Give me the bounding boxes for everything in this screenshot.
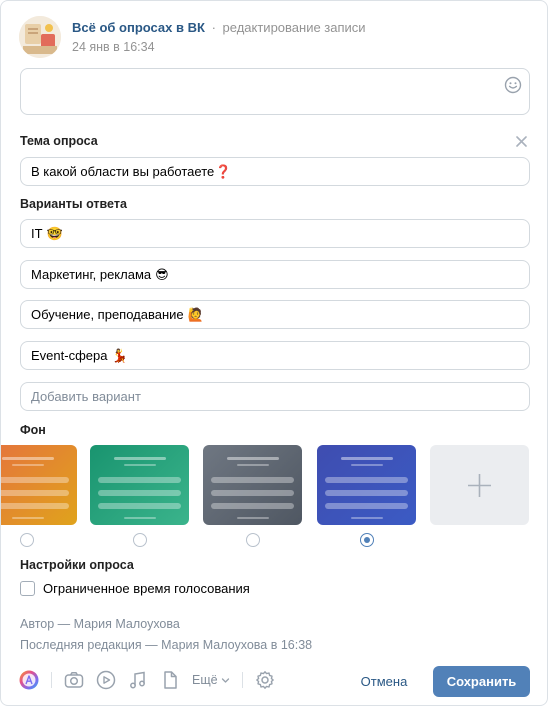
background-preview-line: [325, 490, 408, 496]
background-preview-line: [98, 490, 181, 496]
poll-option-text: Обучение, преподавание: [31, 307, 184, 322]
poll-topic-label: Тема опроса: [20, 134, 98, 148]
poll-option-text: Маркетинг, реклама: [31, 267, 152, 282]
document-icon[interactable]: [160, 670, 180, 690]
background-preview-line: [341, 457, 393, 460]
emoji-smile-icon[interactable]: [504, 76, 522, 94]
camera-icon[interactable]: [64, 670, 84, 690]
background-preview-line: [325, 477, 408, 483]
video-icon[interactable]: [96, 670, 116, 690]
add-background-button[interactable]: [430, 445, 529, 525]
toolbar-divider: [241, 672, 243, 688]
background-preview-line: [2, 457, 54, 460]
background-preview-line: [12, 464, 44, 466]
background-preview-line: [124, 464, 156, 466]
edit-action-label: редактирование записи: [222, 19, 366, 35]
author-info: Автор — Мария Малоухова: [20, 617, 180, 631]
background-radio-blue[interactable]: [360, 533, 374, 547]
background-preview-line: [237, 464, 269, 466]
group-name-link[interactable]: Всё об опросах в ВК: [72, 20, 205, 35]
post-text-input[interactable]: [20, 68, 530, 115]
background-preview-line: [124, 517, 156, 519]
remove-poll-close-icon[interactable]: [516, 136, 527, 147]
poll-topic-input[interactable]: В какой области вы работаете ❓: [20, 157, 530, 186]
background-option-blue[interactable]: [317, 445, 416, 525]
background-label: Фон: [20, 423, 46, 437]
poll-option-text: IT: [31, 226, 43, 241]
background-radio-gray[interactable]: [246, 533, 260, 547]
limited-time-label: Ограниченное время голосования: [43, 581, 250, 596]
more-button[interactable]: Ещё: [192, 673, 230, 687]
background-option-gray[interactable]: [203, 445, 302, 525]
option-emoji: 🤓: [46, 225, 63, 241]
post-header: Всё об опросах в ВК · редактирование зап…: [19, 15, 366, 59]
background-radio-green[interactable]: [133, 533, 147, 547]
background-preview-line: [114, 457, 166, 460]
background-preview-line: [12, 517, 44, 519]
poll-settings-label: Настройки опроса: [20, 558, 134, 572]
cancel-button[interactable]: Отмена: [351, 666, 417, 696]
background-preview-line: [1, 503, 69, 509]
background-preview-line: [351, 517, 383, 519]
post-timestamp[interactable]: 24 янв в 16:34: [72, 38, 366, 56]
more-label: Ещё: [192, 673, 218, 687]
plus-icon: [468, 474, 491, 497]
background-preview-line: [211, 503, 294, 509]
background-preview-line: [1, 490, 69, 496]
background-preview-line: [98, 477, 181, 483]
limited-time-checkbox[interactable]: [20, 581, 35, 596]
poll-option-input[interactable]: Event-сфера 💃: [20, 341, 530, 370]
background-option-orange[interactable]: [1, 445, 77, 525]
background-preview-line: [325, 503, 408, 509]
background-preview-line: [1, 477, 69, 483]
chevron-down-icon: [221, 677, 229, 683]
option-emoji: 😎: [155, 266, 169, 282]
palette-icon[interactable]: [19, 670, 39, 690]
last-edit-info: Последняя редакция — Мария Малоухова в 1…: [20, 638, 313, 652]
add-option-input[interactable]: Добавить вариант: [20, 382, 530, 411]
background-preview-line: [211, 477, 294, 483]
header-separator: ·: [211, 19, 216, 35]
background-radio-orange[interactable]: [20, 533, 34, 547]
poll-option-text: Event-сфера: [31, 348, 108, 363]
background-preview-line: [351, 464, 383, 466]
poll-topic-text: В какой области вы работаете: [31, 164, 215, 179]
poll-option-input[interactable]: Маркетинг, реклама 😎: [20, 260, 530, 289]
background-option-green[interactable]: [90, 445, 189, 525]
attachment-toolbar: Ещё: [19, 667, 287, 693]
edit-post-card: Всё об опросах в ВК · редактирование зап…: [0, 0, 548, 706]
background-preview-line: [98, 503, 181, 509]
poll-option-input[interactable]: Обучение, преподавание 🙋: [20, 300, 530, 329]
background-preview-line: [211, 490, 294, 496]
poll-options-label: Варианты ответа: [20, 197, 127, 211]
question-emoji: ❓: [215, 163, 232, 179]
add-option-placeholder: Добавить вариант: [31, 389, 141, 404]
poll-option-input[interactable]: IT 🤓: [20, 219, 530, 248]
limited-time-option[interactable]: Ограниченное время голосования: [20, 581, 250, 596]
group-avatar[interactable]: [19, 16, 61, 58]
save-button[interactable]: Сохранить: [433, 666, 530, 697]
settings-icon[interactable]: [255, 670, 275, 690]
option-emoji: 💃: [111, 347, 128, 363]
background-preview-line: [227, 457, 279, 460]
music-icon[interactable]: [128, 670, 148, 690]
toolbar-divider: [51, 672, 52, 688]
background-preview-line: [237, 517, 269, 519]
option-emoji: 🙋: [187, 306, 204, 322]
background-picker: [1, 445, 547, 525]
